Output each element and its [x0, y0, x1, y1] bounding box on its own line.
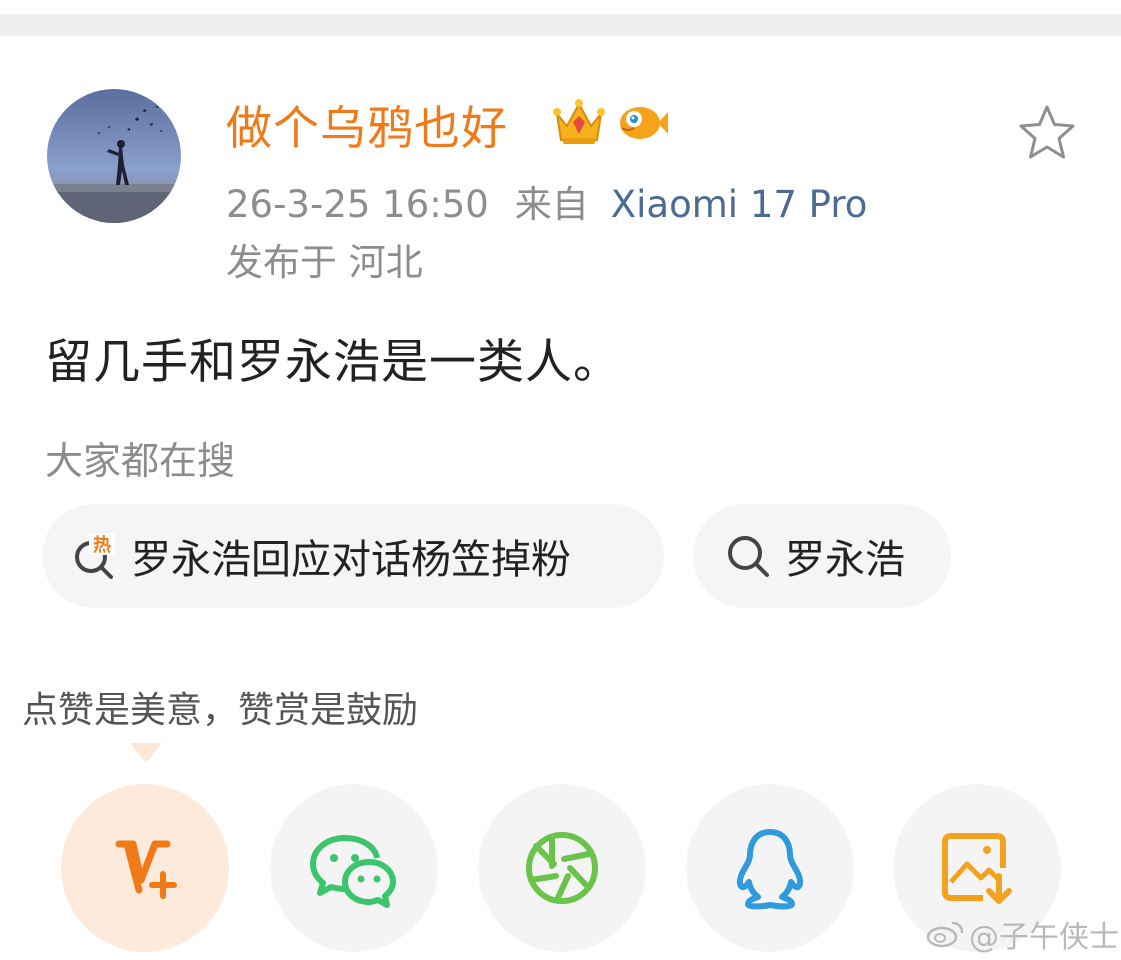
reward-tip: 点赞是美意，赞赏是鼓励: [18, 684, 423, 744]
search-icon: [728, 536, 769, 577]
search-chip[interactable]: 罗永浩: [693, 504, 951, 608]
section-divider: [0, 14, 1121, 36]
favorite-star-icon[interactable]: [1016, 102, 1078, 164]
reward-button[interactable]: [61, 784, 229, 952]
fish-badge-icon[interactable]: [614, 96, 670, 148]
hot-search-icon: 热: [75, 533, 115, 579]
from-label: 来自: [514, 183, 589, 226]
search-chip-label: 罗永浩回应对话杨笠掉粉: [131, 537, 571, 583]
weibo-logo-icon: [926, 921, 964, 948]
avatar[interactable]: [47, 89, 181, 223]
search-chip-label: 罗永浩: [785, 537, 905, 583]
svg-text:热: 热: [93, 534, 111, 556]
post-content: 留几手和罗永浩是一类人。: [45, 335, 621, 390]
crown-badge-icon[interactable]: [551, 96, 607, 148]
qq-icon: [736, 829, 804, 910]
post-location: 发布于 河北: [226, 241, 423, 284]
post-meta: 26-3-25 16:50 来自 Xiaomi 17 Pro: [226, 174, 867, 228]
username[interactable]: 做个乌鸦也好: [226, 92, 508, 158]
search-heading: 大家都在搜: [45, 439, 236, 483]
wechat-icon: [310, 835, 396, 908]
moments-icon: [526, 832, 598, 904]
share-qq-button[interactable]: [686, 784, 854, 952]
save-image-icon: [942, 833, 1012, 904]
watermark: @子午侠士: [925, 912, 1119, 956]
share-moments-button[interactable]: [478, 784, 646, 952]
reward-v-plus-icon: [115, 840, 177, 899]
share-wechat-button[interactable]: [270, 784, 438, 952]
post-time: 26-3-25 16:50: [226, 183, 489, 226]
watermark-text: @子午侠士: [969, 920, 1119, 955]
device-link[interactable]: Xiaomi 17 Pro: [611, 183, 868, 226]
tip-arrow: [130, 743, 162, 763]
search-chip-hot[interactable]: 热 罗永浩回应对话杨笠掉粉: [42, 504, 664, 608]
top-spacer: [0, 0, 1121, 14]
